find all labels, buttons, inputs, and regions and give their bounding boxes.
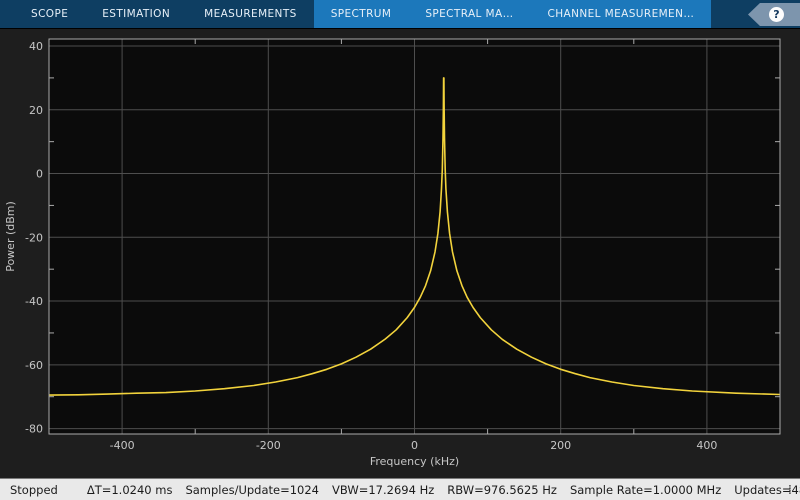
y-axis-label: Power (dBm) — [4, 201, 17, 272]
status-bar: Stopped ΔT=1.0240 ms Samples/Update=1024 V… — [0, 478, 800, 500]
y-tick-label: 20 — [29, 104, 43, 117]
y-tick-label: -40 — [25, 295, 43, 308]
tab-spectral-ma[interactable]: SPECTRAL MA… — [408, 0, 530, 28]
tab-channel-measuremen[interactable]: CHANNEL MEASUREMEN… — [531, 0, 712, 28]
y-tick-label: 40 — [29, 40, 43, 53]
spectrum-analyzer-window: SCOPEESTIMATIONMEASUREMENTSSPECTRUMSPECT… — [0, 0, 800, 500]
status-metric: ΔT=1.0240 ms — [87, 483, 173, 497]
status-state: Stopped — [10, 483, 58, 497]
overflow-menu-icon[interactable]: ⁞ — [783, 480, 797, 500]
status-metrics: ΔT=1.0240 ms Samples/Update=1024 VBW=17.26… — [87, 483, 800, 497]
x-tick-label: 0 — [411, 439, 418, 452]
y-tick-label: -80 — [25, 423, 43, 436]
help-icon: ? — [769, 7, 784, 22]
status-metric: VBW=17.2694 Hz — [332, 483, 434, 497]
tab-scope[interactable]: SCOPE — [14, 0, 85, 28]
x-axis-label: Frequency (kHz) — [370, 455, 459, 468]
status-metric: Sample Rate=1.0000 MHz — [570, 483, 721, 497]
status-metric: RBW=976.5625 Hz — [447, 483, 557, 497]
x-tick-label: 400 — [696, 439, 717, 452]
x-tick-label: -400 — [110, 439, 135, 452]
tab-measurements[interactable]: MEASUREMENTS — [187, 0, 314, 28]
tab-estimation[interactable]: ESTIMATION — [85, 0, 187, 28]
x-tick-label: -200 — [256, 439, 281, 452]
x-tick-label: 200 — [550, 439, 571, 452]
y-tick-label: -60 — [25, 359, 43, 372]
plot-figure: 40200-20-40-60-80-400-2000200400Frequenc… — [0, 28, 800, 478]
tab-spectrum[interactable]: SPECTRUM — [314, 0, 409, 28]
status-metric: Samples/Update=1024 — [185, 483, 319, 497]
y-tick-label: -20 — [25, 231, 43, 244]
spectrum-chart[interactable]: 40200-20-40-60-80-400-2000200400Frequenc… — [0, 29, 800, 479]
toolstrip-tabbar: SCOPEESTIMATIONMEASUREMENTSSPECTRUMSPECT… — [0, 0, 800, 28]
y-tick-label: 0 — [36, 168, 43, 181]
